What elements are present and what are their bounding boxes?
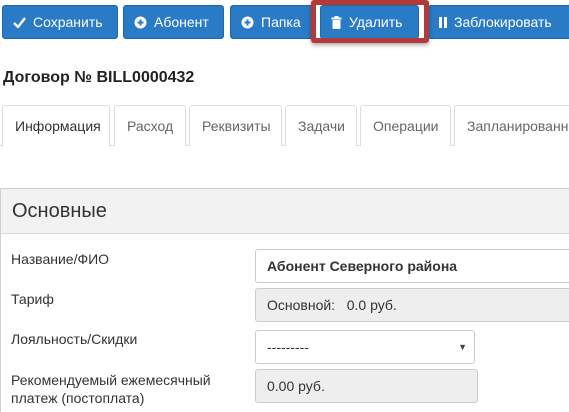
loyalty-select[interactable]: --------- ▼ bbox=[255, 330, 475, 364]
name-field[interactable]: Абонент Северного района bbox=[255, 249, 569, 283]
payment-label-line1: Рекомендуемый ежемесячный bbox=[11, 372, 211, 388]
tab-scheduled[interactable]: Запланированные bbox=[454, 105, 569, 146]
delete-button[interactable]: Удалить bbox=[320, 5, 419, 39]
tab-info[interactable]: Информация bbox=[2, 105, 110, 147]
delete-button-label: Удалить bbox=[349, 14, 403, 30]
add-folder-label: Папка bbox=[261, 14, 301, 30]
pause-icon bbox=[439, 16, 447, 28]
payment-field: 0.00 руб. bbox=[255, 369, 478, 403]
section-title: Основные bbox=[1, 189, 569, 234]
add-abonent-button[interactable]: Абонент bbox=[123, 5, 224, 39]
trash-icon bbox=[331, 15, 342, 29]
block-button[interactable]: Заблокировать bbox=[428, 5, 569, 39]
plus-circle-icon bbox=[134, 16, 147, 29]
payment-label-line2: платеж (постоплата) bbox=[11, 390, 145, 406]
toolbar: Сохранить Абонент Папка Удалить Заблокир… bbox=[0, 0, 569, 44]
name-label: Название/ФИО bbox=[11, 251, 110, 267]
save-button[interactable]: Сохранить bbox=[2, 5, 118, 39]
caret-down-icon: ▼ bbox=[458, 342, 467, 352]
tab-tasks[interactable]: Задачи bbox=[285, 105, 357, 146]
tab-usage[interactable]: Расход bbox=[114, 105, 186, 146]
loyalty-label: Лояльность/Скидки bbox=[11, 331, 138, 347]
tab-bar: Информация Расход Реквизиты Задачи Опера… bbox=[0, 105, 569, 147]
check-icon bbox=[13, 16, 26, 28]
tariff-field: Основной: 0.0 руб. bbox=[255, 288, 569, 322]
page-title: Договор № BILL0000432 bbox=[3, 69, 195, 86]
tab-operations[interactable]: Операции bbox=[360, 105, 451, 146]
add-abonent-label: Абонент bbox=[154, 14, 209, 30]
tariff-label: Тариф bbox=[11, 291, 54, 307]
tab-requisites[interactable]: Реквизиты bbox=[189, 105, 282, 146]
tariff-value: Основной: 0.0 руб. bbox=[267, 297, 397, 313]
loyalty-selected-value: --------- bbox=[267, 339, 309, 355]
add-folder-button[interactable]: Папка bbox=[230, 5, 316, 39]
block-button-label: Заблокировать bbox=[454, 14, 552, 30]
plus-circle-icon bbox=[241, 16, 254, 29]
save-button-label: Сохранить bbox=[33, 14, 103, 30]
